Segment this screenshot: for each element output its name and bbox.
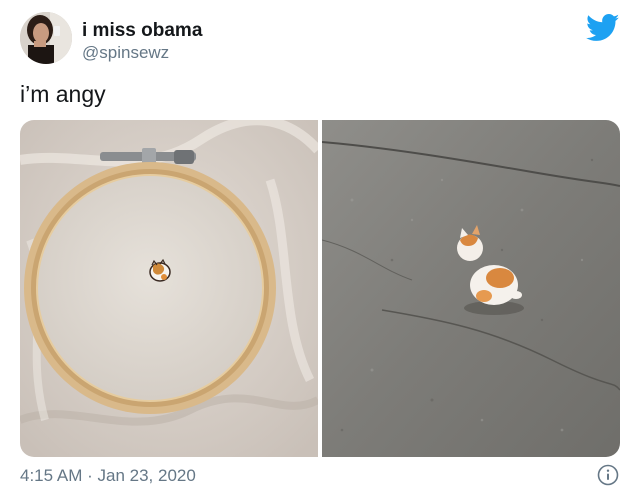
author-display-name[interactable]: i miss obama xyxy=(82,20,202,42)
tweet-timestamp[interactable]: 4:15 AM · Jan 23, 2020 xyxy=(20,465,196,487)
tweet-text: i’m angy xyxy=(20,81,106,107)
timestamp-separator: · xyxy=(87,466,93,485)
tweet-card: i miss obama @spinsewz i’m angy 4:15 AM … xyxy=(0,0,640,499)
avatar[interactable] xyxy=(20,12,72,64)
kitten-photo[interactable] xyxy=(322,120,620,457)
tweet-time: 4:15 AM xyxy=(20,466,83,485)
embroidery-hoop-photo[interactable] xyxy=(20,120,318,457)
info-icon[interactable] xyxy=(597,464,619,486)
author-handle[interactable]: @spinsewz xyxy=(82,43,169,63)
tweet-media-grid xyxy=(20,120,620,457)
twitter-bird-icon[interactable] xyxy=(585,14,620,42)
tweet-date: Jan 23, 2020 xyxy=(97,466,196,485)
